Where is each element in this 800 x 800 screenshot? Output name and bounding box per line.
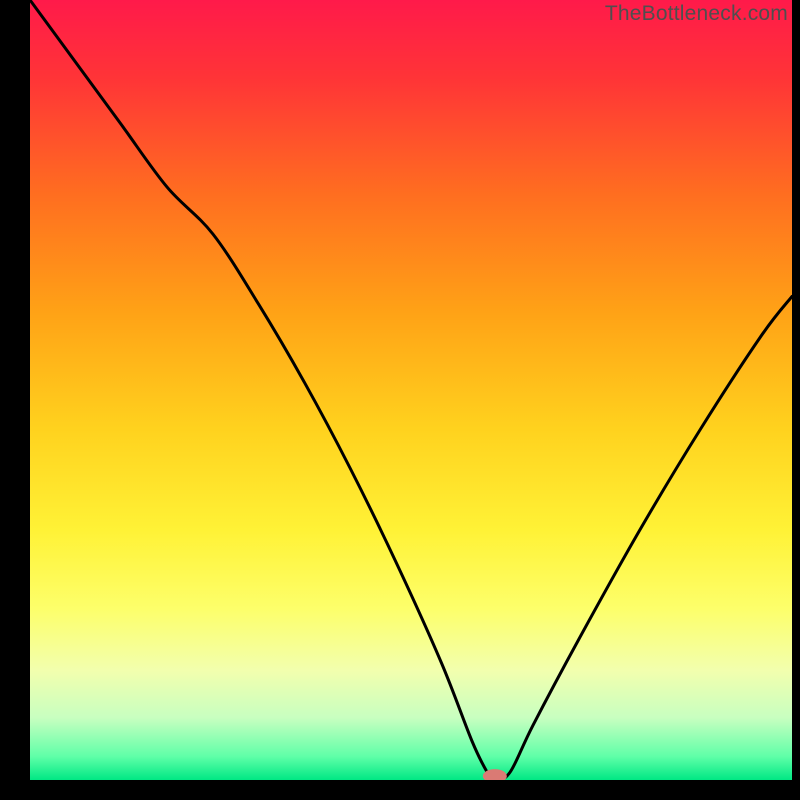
chart-svg xyxy=(0,0,800,800)
plot-background xyxy=(30,0,792,780)
frame-bottom xyxy=(0,780,800,800)
watermark-text: TheBottleneck.com xyxy=(605,2,788,26)
frame-right xyxy=(792,0,800,800)
bottleneck-chart: TheBottleneck.com xyxy=(0,0,800,800)
frame-left xyxy=(0,0,30,800)
